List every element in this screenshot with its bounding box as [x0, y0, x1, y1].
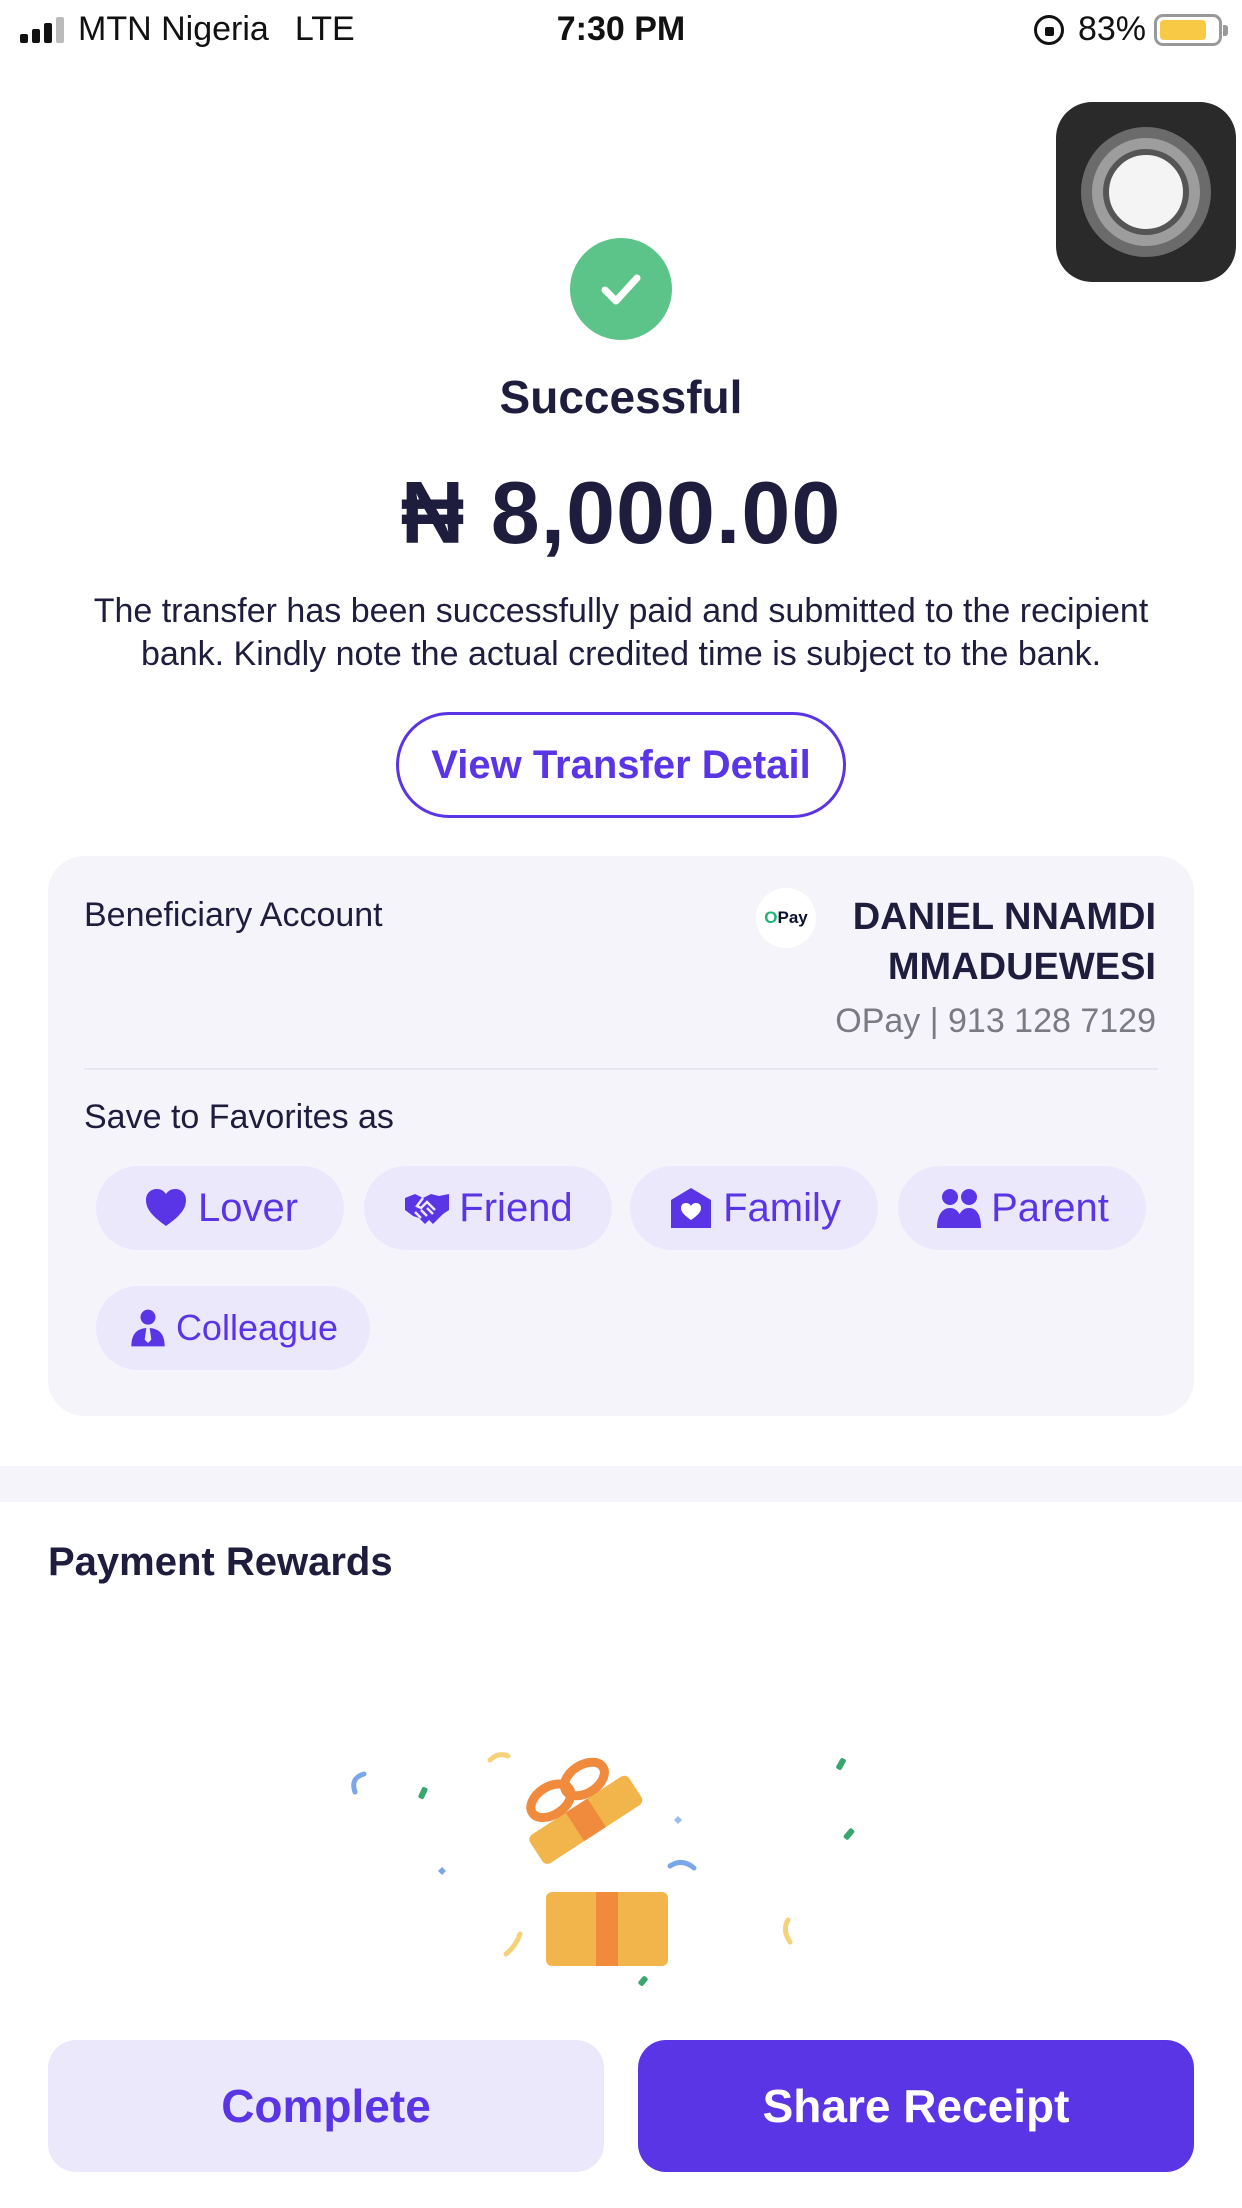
beneficiary-name-line1: DANIEL NNAMDI [852, 896, 1156, 938]
section-divider [0, 1466, 1242, 1502]
share-receipt-button[interactable]: Share Receipt [638, 2040, 1194, 2172]
handshake-icon [403, 1184, 451, 1232]
favorite-chip-label: Lover [197, 1185, 299, 1230]
status-bar-right: 83% [1033, 10, 1228, 49]
view-transfer-detail-button[interactable]: View Transfer Detail [396, 712, 846, 818]
assistive-touch-button[interactable] [1056, 102, 1236, 282]
favorite-chip-label: Colleague [175, 1307, 339, 1348]
rotation-lock-icon [1033, 14, 1064, 45]
status-title: Successful [499, 371, 743, 423]
battery-icon [1154, 13, 1228, 46]
gift-box-icon [330, 1720, 890, 2020]
complete-button[interactable]: Complete [48, 2040, 604, 2172]
beneficiary-card: Beneficiary Account O Pay DANIEL NNAMDI M… [48, 856, 1194, 1416]
transfer-amount: ₦ 8,000.00 [400, 463, 842, 562]
heart-icon [142, 1184, 190, 1232]
favorites-label: Save to Favorites as [84, 1098, 394, 1136]
people-icon [935, 1184, 983, 1232]
status-bar: MTN Nigeria LTE 7:30 PM 83% [0, 0, 1242, 64]
favorite-chip-friend[interactable]: Friend [364, 1166, 612, 1250]
favorite-chip-lover[interactable]: Lover [96, 1166, 344, 1250]
favorite-chip-parent[interactable]: Parent [898, 1166, 1146, 1250]
beneficiary-name-line2: MMADUEWESI [887, 946, 1156, 988]
beneficiary-label: Beneficiary Account [84, 896, 383, 934]
payment-rewards-title: Payment Rewards [48, 1540, 393, 1584]
home-heart-icon [667, 1184, 715, 1232]
favorite-chip-label: Friend [459, 1185, 573, 1230]
transfer-description: The transfer has been successfully paid … [93, 592, 1149, 673]
battery-percent: 83% [1077, 10, 1146, 48]
person-tie-icon [128, 1308, 168, 1348]
success-check-icon [570, 238, 672, 340]
divider [84, 1068, 1158, 1070]
favorite-chip-label: Family [723, 1185, 841, 1230]
beneficiary-account: OPay | 913 128 7129 [835, 1002, 1156, 1040]
beneficiary-name: DANIEL NNAMDI MMADUEWESI [776, 892, 1156, 992]
favorite-chip-colleague[interactable]: Colleague [96, 1286, 370, 1370]
favorite-chip-label: Parent [991, 1185, 1109, 1230]
favorite-chip-family[interactable]: Family [630, 1166, 878, 1250]
